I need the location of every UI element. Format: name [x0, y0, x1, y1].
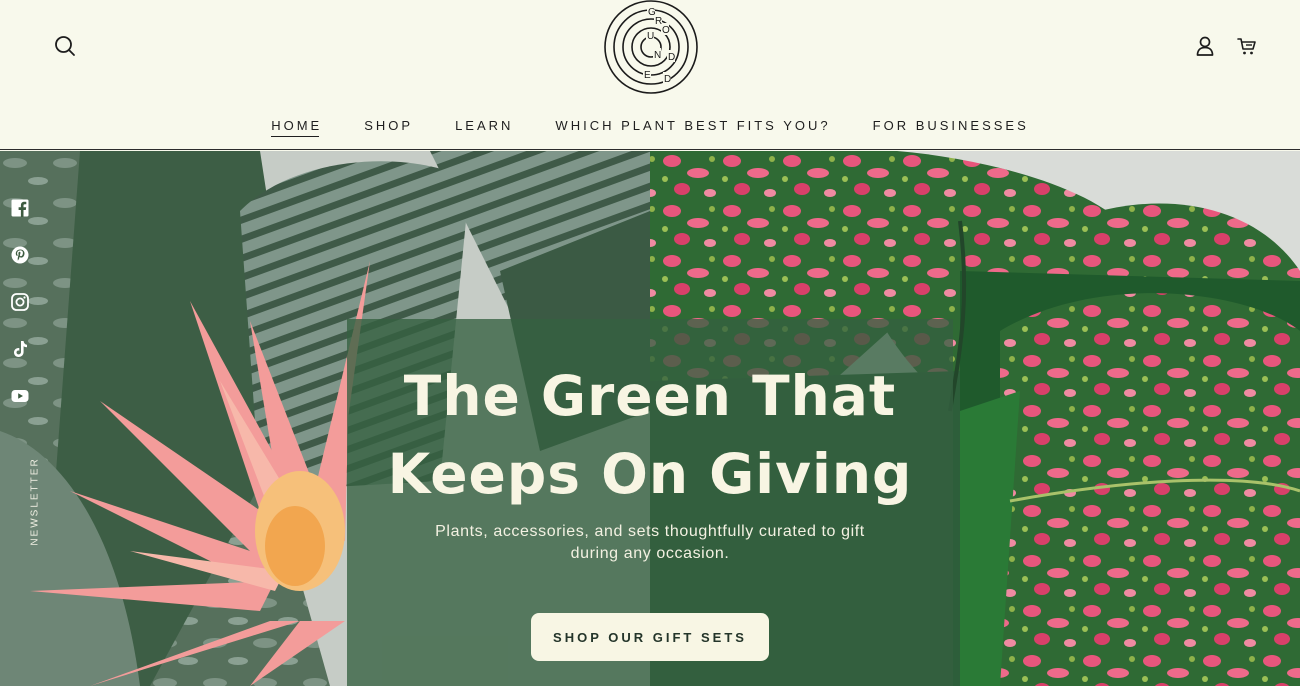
newsletter-link[interactable]: NEWSLETTER: [30, 457, 41, 545]
pinterest-icon: [11, 246, 29, 264]
nav-item-plant-quiz[interactable]: WHICH PLANT BEST FITS YOU?: [555, 116, 830, 137]
nav-item-learn[interactable]: LEARN: [455, 116, 513, 137]
logo-letter: U: [647, 31, 654, 42]
hero-subtitle: Plants, accessories, and sets thoughtful…: [420, 521, 880, 565]
hero-subtitle-line-1: Plants, accessories, and sets thoughtful…: [435, 523, 865, 540]
facebook-link[interactable]: [8, 196, 32, 220]
youtube-link[interactable]: [8, 384, 32, 408]
instagram-link[interactable]: [8, 290, 32, 314]
grounded-logo[interactable]: G R O U N D E D: [603, 0, 699, 94]
pinterest-link[interactable]: [8, 243, 32, 267]
shop-gift-sets-button[interactable]: SHOP OUR GIFT SETS: [531, 613, 769, 661]
cart-button[interactable]: [1233, 32, 1261, 60]
hero-subtitle-line-2: during any occasion.: [570, 545, 730, 562]
tiktok-link[interactable]: [8, 337, 32, 361]
instagram-icon: [11, 293, 29, 311]
logo-letter: D: [664, 74, 671, 85]
user-icon: [1196, 36, 1214, 56]
hero-banner: The Green That Keeps On Giving Plants, a…: [0, 151, 1300, 686]
account-button[interactable]: [1191, 32, 1219, 60]
search-button[interactable]: [51, 32, 79, 60]
logo-letter: E: [644, 70, 651, 81]
hero-title: The Green That Keeps On Giving: [347, 357, 953, 513]
facebook-icon: [11, 199, 29, 217]
hero-title-line-1: The Green That: [403, 364, 897, 428]
hero-title-line-2: Keeps On Giving: [387, 442, 913, 506]
nav-item-shop[interactable]: SHOP: [364, 116, 413, 137]
logo-letter: D: [668, 52, 675, 63]
cart-icon: [1237, 38, 1256, 55]
nav-item-home[interactable]: HOME: [271, 116, 322, 137]
logo-letter: O: [662, 25, 670, 36]
youtube-icon: [11, 390, 29, 402]
nav-item-businesses[interactable]: FOR BUSINESSES: [873, 116, 1029, 137]
tiktok-icon: [14, 341, 27, 357]
main-nav: HOME SHOP LEARN WHICH PLANT BEST FITS YO…: [0, 116, 1300, 137]
search-icon: [55, 36, 75, 56]
logo-letter: N: [654, 50, 661, 61]
site-header: G R O U N D E D HOME SHOP LEARN WHICH PL…: [0, 0, 1300, 150]
